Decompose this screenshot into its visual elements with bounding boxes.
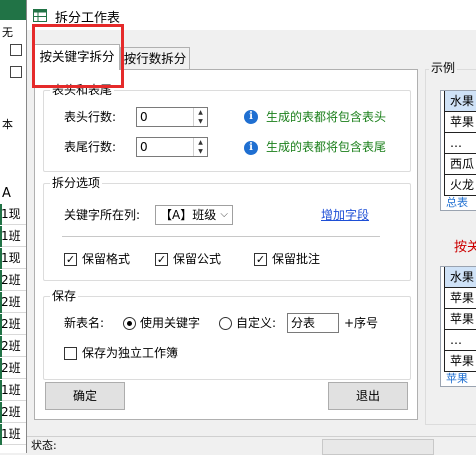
keep-formula-checkbox[interactable]: ✓ xyxy=(155,253,168,266)
custom-name-value[interactable]: 分表 xyxy=(291,315,315,331)
row-header-indicator xyxy=(0,358,2,379)
keyword-column-select[interactable]: 【A】班级 ⌵ xyxy=(155,205,233,225)
footer-rows-value[interactable]: 0 xyxy=(140,139,148,155)
custom-name-input[interactable]: 分表 xyxy=(287,313,339,333)
row-header-indicator xyxy=(0,402,2,423)
spinner-up-icon[interactable]: ▲ xyxy=(194,108,207,117)
split-worksheet-dialog: 拆分工作表 按关键字拆分 按行数拆分 表头和表尾 表头行数: 0 ▲ ▼ i 生… xyxy=(26,0,476,455)
row-header-indicator xyxy=(0,336,2,357)
example-cell: 苹果 xyxy=(444,112,476,133)
tab-panel-keyword: 表头和表尾 表头行数: 0 ▲ ▼ i 生成的表都将包含表头 表尾行数: 0 ▲… xyxy=(34,69,418,420)
spinner-down-icon[interactable]: ▼ xyxy=(194,147,207,156)
example-cell: 水果 xyxy=(444,91,476,112)
spinner-up-icon[interactable]: ▲ xyxy=(194,138,207,147)
row-header-indicator xyxy=(0,380,2,401)
save-independent-label[interactable]: 保存为独立工作簿 xyxy=(82,345,178,361)
example-cell: … xyxy=(444,330,476,351)
footer-rows-spinner[interactable]: 0 ▲ ▼ xyxy=(136,137,208,157)
spinner-arrows[interactable]: ▲ ▼ xyxy=(193,138,207,156)
example-cell: 西瓜 xyxy=(444,154,476,175)
header-rows-value[interactable]: 0 xyxy=(140,109,148,125)
split-options-group: 拆分选项 关键字所在列: 【A】班级 ⌵ 增加字段 ✓ 保留格式 ✓ 保留公式 … xyxy=(43,176,411,281)
keep-formula-label[interactable]: 保留公式 xyxy=(173,251,221,267)
example-cell: 苹果 xyxy=(444,288,476,309)
sheet-checkbox xyxy=(10,44,22,56)
example-cell: … xyxy=(444,133,476,154)
ok-button[interactable]: 确定 xyxy=(45,382,125,410)
spinner-down-icon[interactable]: ▼ xyxy=(194,117,207,126)
header-note: 生成的表都将包含表头 xyxy=(266,110,387,124)
add-field-link[interactable]: 增加字段 xyxy=(321,207,369,223)
red-highlight-box xyxy=(32,24,124,88)
info-icon: i xyxy=(244,141,258,155)
tab-split-by-rows[interactable]: 按行数拆分 xyxy=(120,47,190,69)
row-header-indicator xyxy=(0,226,2,247)
keyword-column-value[interactable]: 【A】班级 xyxy=(160,207,216,223)
keyword-column-label: 关键字所在列: xyxy=(64,208,141,222)
new-sheet-name-label: 新表名: xyxy=(64,316,105,330)
sequence-suffix-label: +序号 xyxy=(344,316,379,330)
sheet-fragment-title: 无 xyxy=(2,26,13,39)
keep-format-label[interactable]: 保留格式 xyxy=(82,251,130,267)
example-note: 按关 xyxy=(454,240,476,255)
example-table-source: 水果 苹果… 西瓜 火龙 总表 xyxy=(440,90,476,211)
info-icon: i xyxy=(244,110,258,124)
column-header-a[interactable]: A xyxy=(2,186,11,201)
save-group-title: 保存 xyxy=(50,289,79,303)
example-cell: 水果 xyxy=(444,267,476,288)
footer-note: 生成的表都将包含表尾 xyxy=(266,140,387,154)
split-options-group-title: 拆分选项 xyxy=(50,176,103,190)
exit-button[interactable]: 退出 xyxy=(328,382,408,410)
save-group: 保存 新表名: 使用关键字 自定义: 分表 +序号 保存为独立工作簿 xyxy=(43,289,411,380)
sheet-fragment-row: 本 xyxy=(2,118,13,131)
worksheet-icon xyxy=(33,9,47,22)
save-independent-checkbox[interactable] xyxy=(64,347,77,360)
chevron-down-icon[interactable]: ⌵ xyxy=(220,207,228,223)
header-footer-group: 表头和表尾 表头行数: 0 ▲ ▼ i 生成的表都将包含表头 表尾行数: 0 ▲… xyxy=(43,83,411,172)
header-rows-label: 表头行数: xyxy=(64,110,117,124)
example-sheet-tab: 苹果 xyxy=(446,372,468,385)
spinner-arrows[interactable]: ▲ ▼ xyxy=(193,108,207,126)
row-header-indicator xyxy=(0,248,2,269)
row-header-indicator xyxy=(0,292,2,313)
example-cell: 苹果 xyxy=(444,351,476,372)
row-header-indicator xyxy=(0,314,2,335)
custom-name-radio[interactable] xyxy=(219,317,232,330)
keep-comment-label[interactable]: 保留批注 xyxy=(272,251,320,267)
custom-name-label[interactable]: 自定义: xyxy=(236,315,276,331)
example-group-title: 示例 xyxy=(429,61,458,75)
example-sheet-tab: 总表 xyxy=(446,196,468,209)
use-keyword-radio[interactable] xyxy=(123,317,136,330)
row-header-indicator xyxy=(0,204,2,225)
row-header-indicator xyxy=(0,270,2,291)
example-cell: 苹果 xyxy=(444,309,476,330)
keep-format-checkbox[interactable]: ✓ xyxy=(64,253,77,266)
keep-comment-checkbox[interactable]: ✓ xyxy=(254,253,267,266)
footer-rows-label: 表尾行数: xyxy=(64,140,117,154)
status-label: 状态: xyxy=(31,439,57,452)
divider xyxy=(62,236,380,237)
example-cell: 火龙 xyxy=(444,175,476,196)
use-keyword-label[interactable]: 使用关键字 xyxy=(140,315,200,331)
row-header-indicator xyxy=(0,424,2,445)
example-table-result: 水果 苹果 苹果… 苹果 苹果 xyxy=(440,266,476,387)
header-rows-spinner[interactable]: 0 ▲ ▼ xyxy=(136,107,208,127)
sheet-checkbox xyxy=(10,66,22,78)
